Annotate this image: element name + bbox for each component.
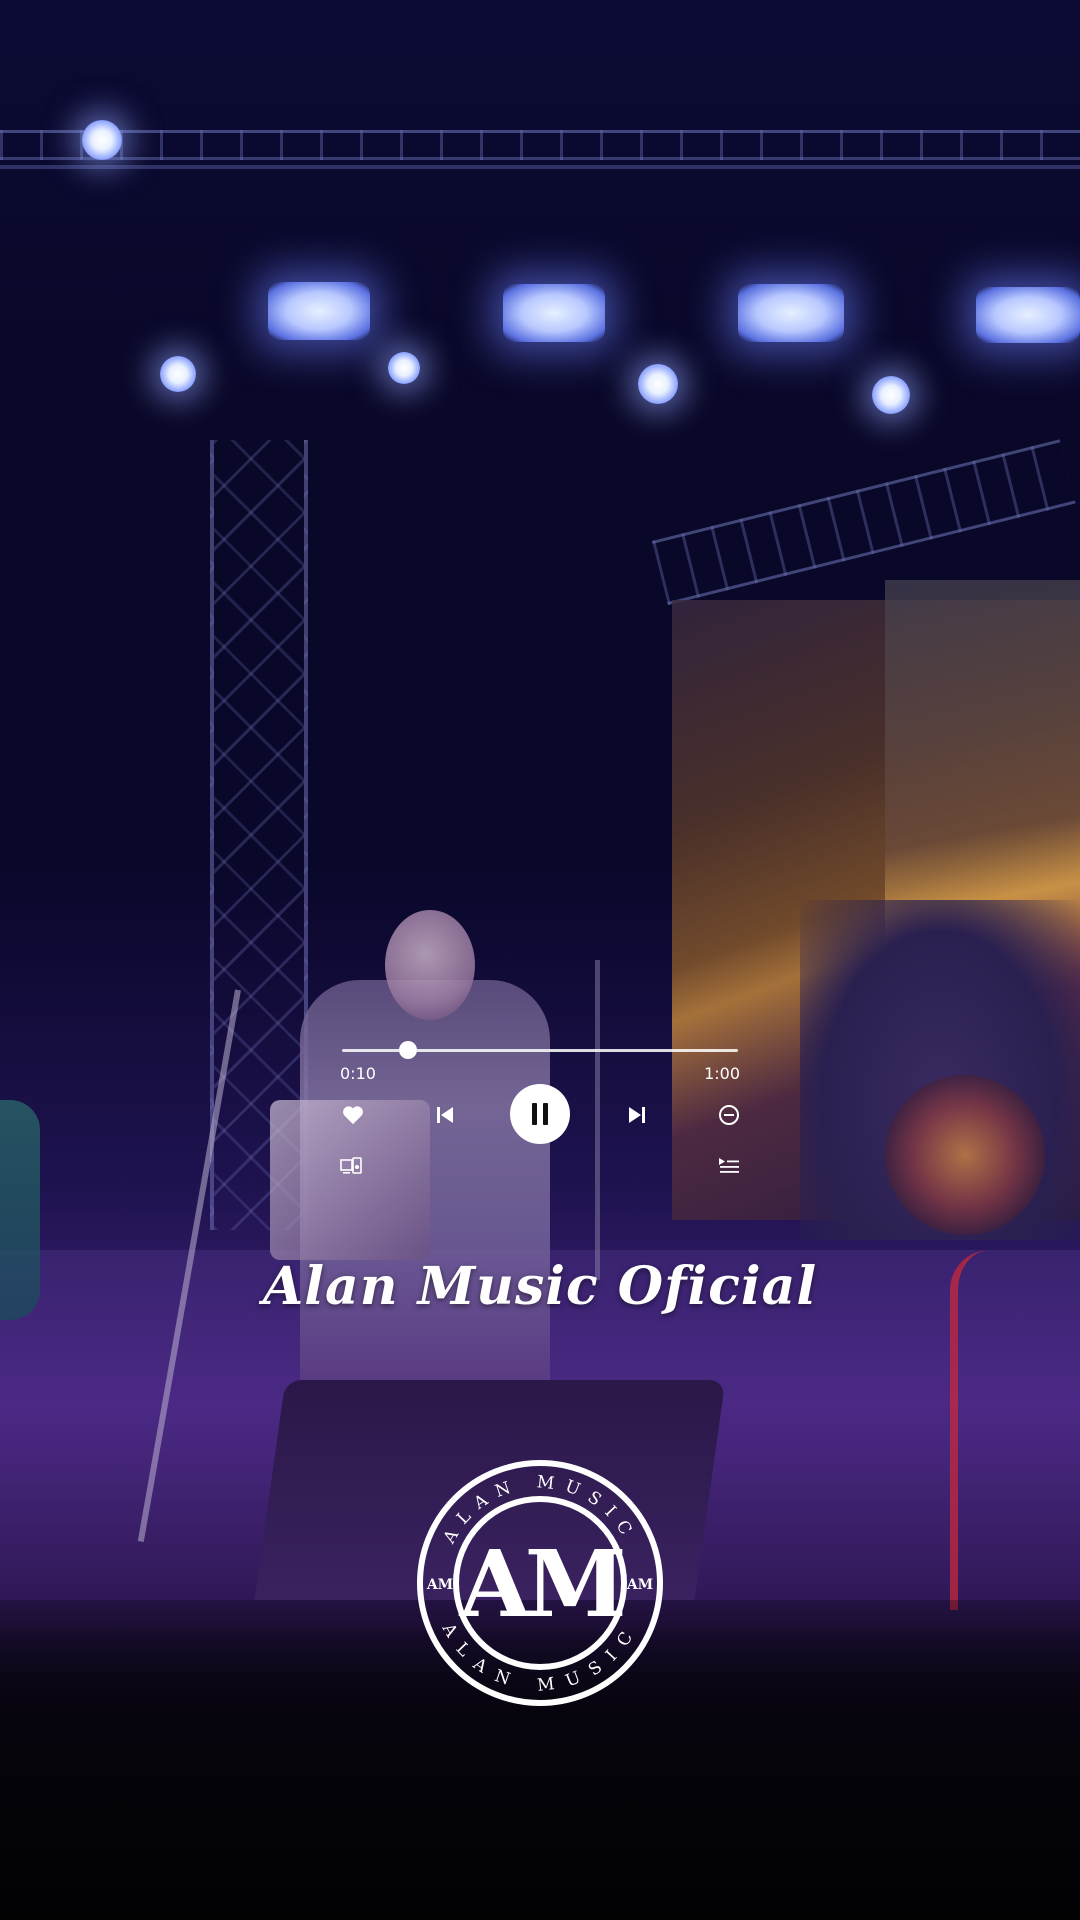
stage-truss-left [210,440,308,1230]
connect-device-icon [340,1157,362,1174]
spotlight [160,356,196,392]
stage-lamp [976,287,1080,343]
stage-truss-right [652,439,1076,606]
music-player: 0:10 1:00 [330,1030,750,1174]
pause-button[interactable] [510,1084,570,1144]
stage-lamp [738,284,844,342]
heart-icon [343,1106,363,1125]
skip-next-icon [629,1107,645,1123]
performer-head [385,910,475,1020]
stage-led-screen-right [885,580,1080,1220]
pause-icon [532,1103,548,1125]
logo-monogram: AM [458,1530,622,1638]
drum-kit [800,900,1080,1240]
logo-badge-left: AM [426,1577,453,1593]
remove-button[interactable] [714,1100,744,1130]
queue-icon [719,1158,739,1173]
spotlight [82,120,122,160]
total-time: 1:00 [704,1064,740,1083]
logo-badge-right: AM [626,1577,653,1593]
alan-music-logo: ALAN MUSIC ALAN MUSIC AM AM AM [417,1460,663,1706]
skip-previous-icon [437,1107,453,1123]
bass-drum [885,1075,1045,1235]
spotlight [388,352,420,384]
queue-button[interactable] [716,1155,742,1177]
spotlight [872,376,910,414]
stage-truss-top [0,130,1080,160]
previous-button[interactable] [430,1100,460,1130]
stage-lamp [503,284,605,342]
like-button[interactable] [338,1100,368,1130]
seek-thumb[interactable] [399,1041,418,1059]
elapsed-time: 0:10 [340,1064,376,1083]
stage-lamp [268,282,370,340]
minus-circle-icon [719,1105,739,1125]
spotlight [638,364,678,404]
channel-title: Alan Music Oficial [262,1256,818,1317]
video-frame: 0:10 1:00 Alan Music Oficial ALAN MUSIC … [0,0,1080,1920]
stage-truss-beam [0,165,1080,169]
connect-device-button[interactable] [338,1155,364,1177]
next-button[interactable] [622,1100,652,1130]
